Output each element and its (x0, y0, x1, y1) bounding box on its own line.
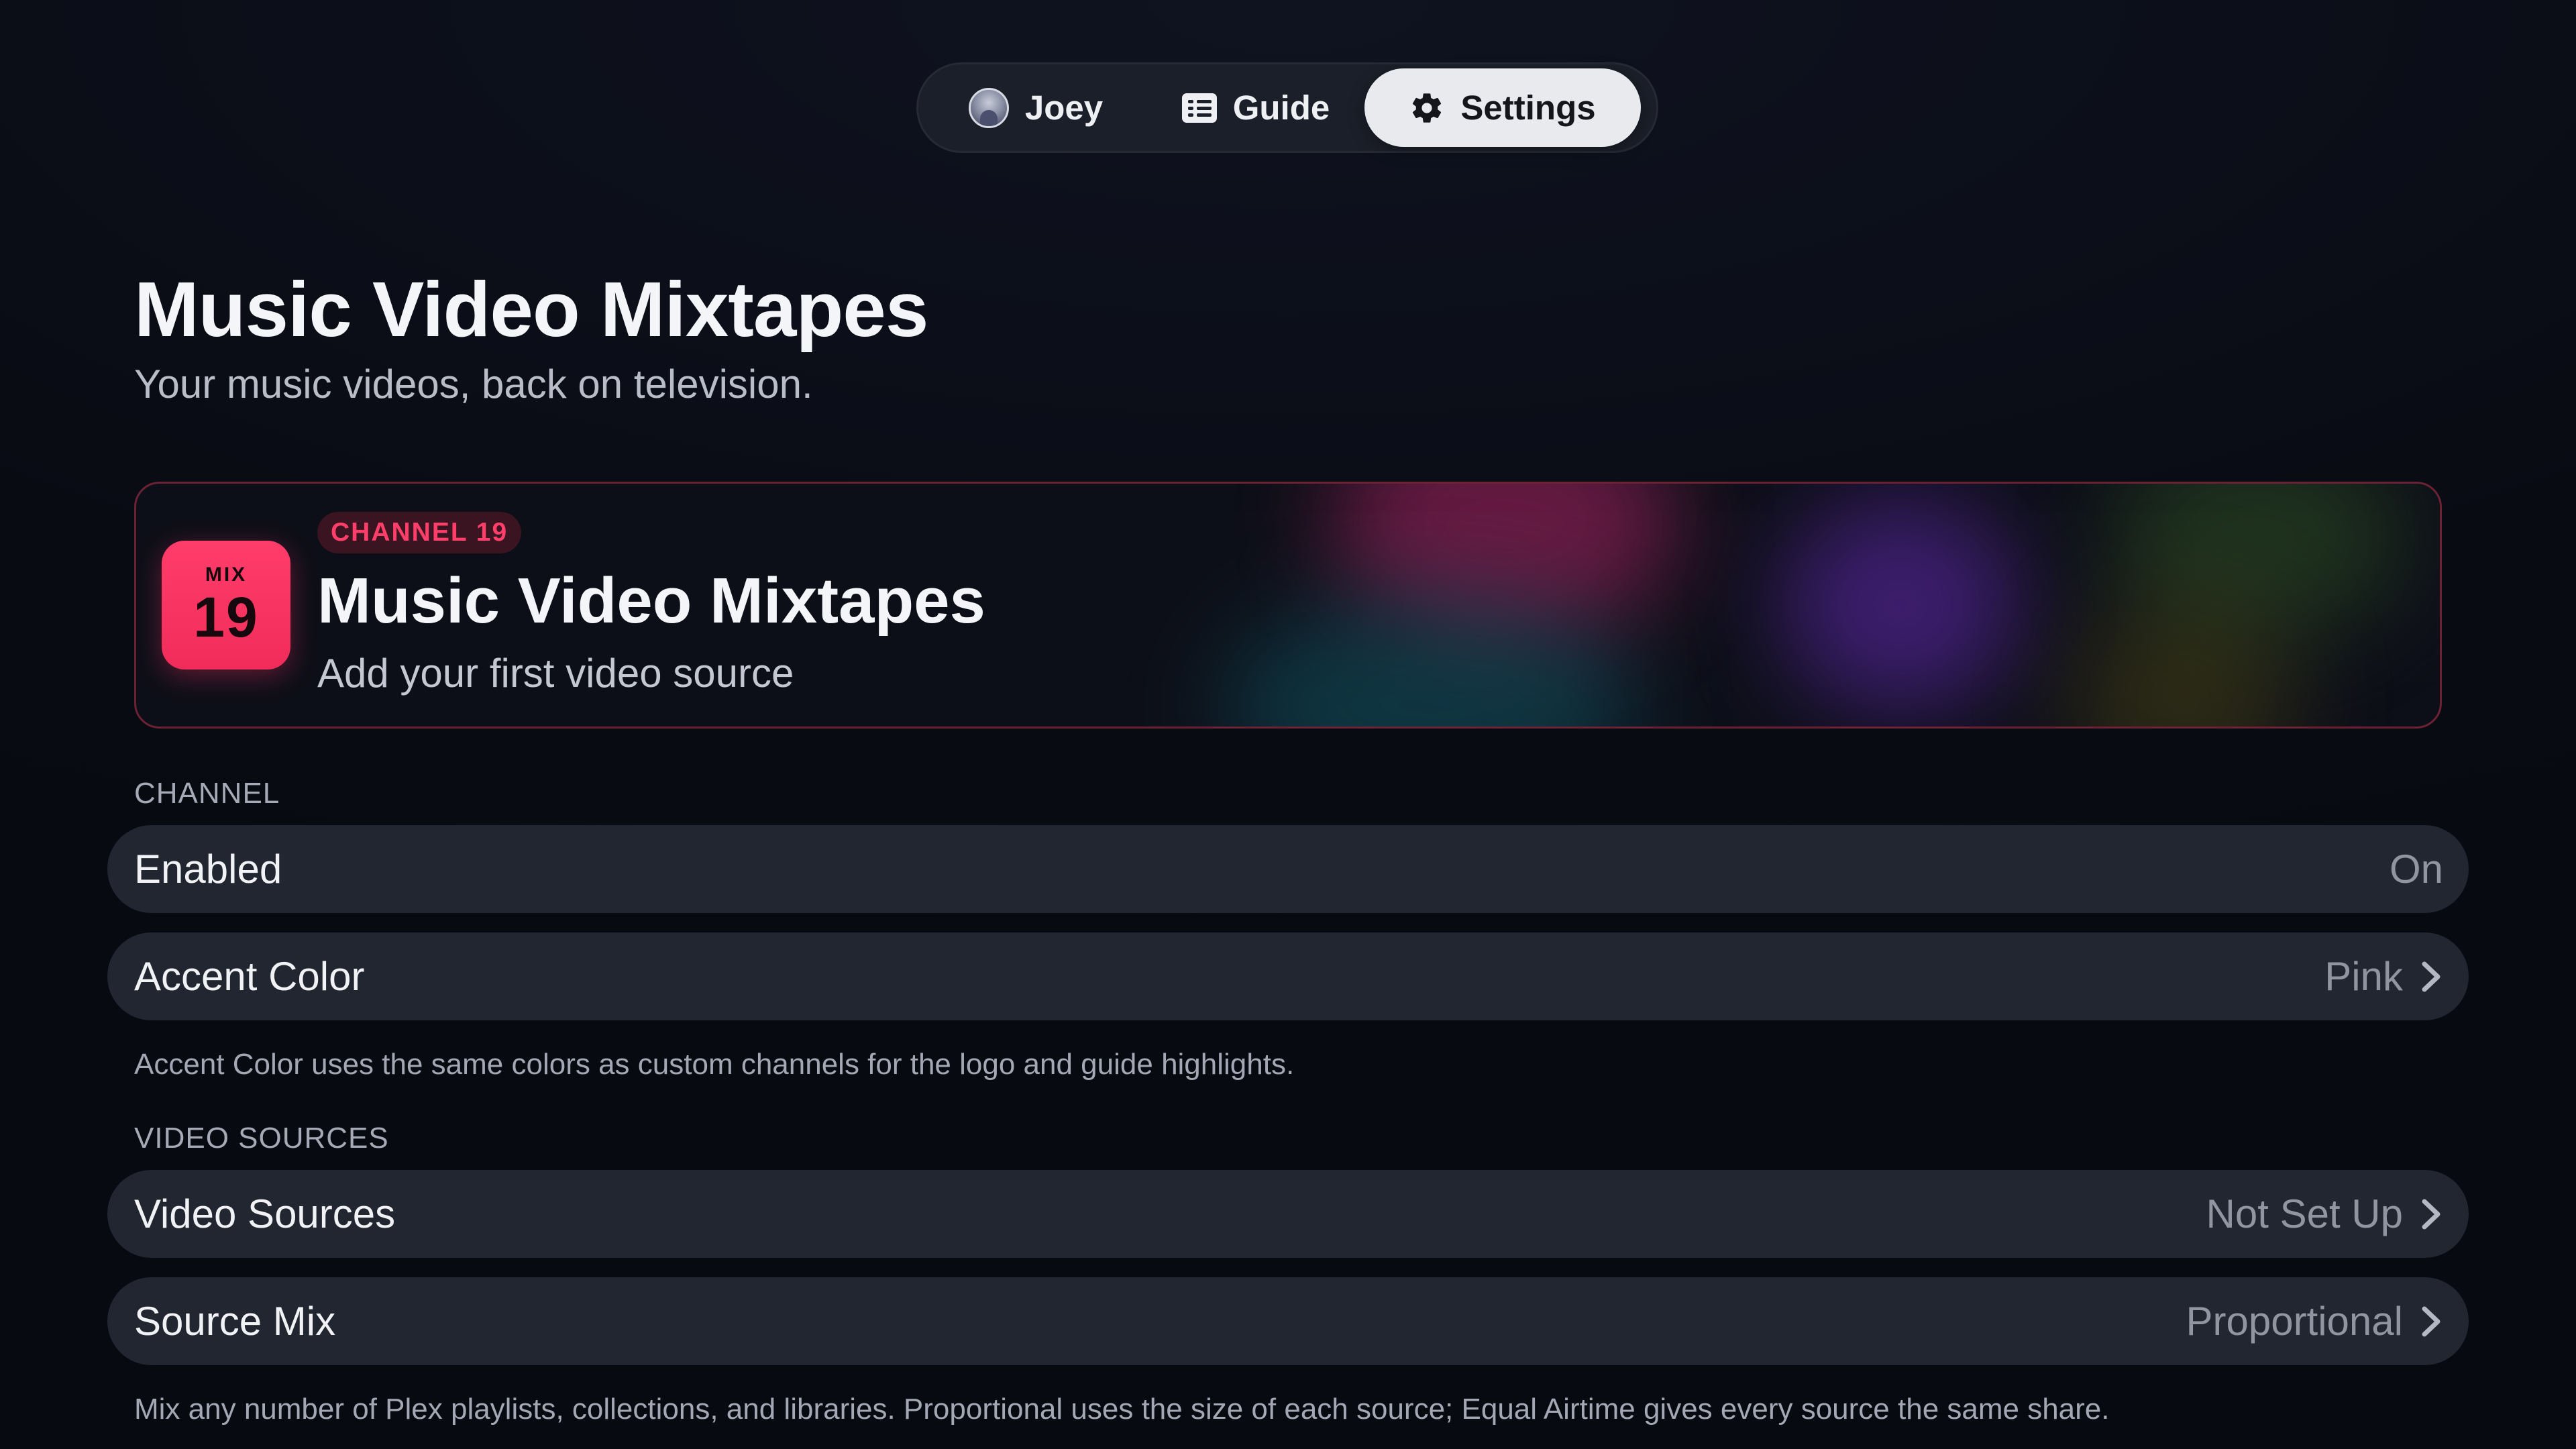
video-sources-value: Not Set Up (2206, 1191, 2403, 1236)
page-subtitle: Your music videos, back on television. (134, 362, 813, 407)
tab-settings-label: Settings (1460, 89, 1596, 127)
source-mix-row[interactable]: Source Mix Proportional (107, 1277, 2469, 1365)
guide-icon (1181, 93, 1217, 123)
enabled-label: Enabled (134, 847, 282, 892)
tab-profile-label: Joey (1024, 89, 1104, 127)
top-nav: Joey Guide Settings (916, 62, 1658, 153)
page-title: Music Video Mixtapes (134, 266, 928, 353)
channel-logo-label: MIX (205, 564, 248, 586)
tab-guide-label: Guide (1232, 89, 1330, 127)
channel-logo: MIX 19 (162, 541, 290, 669)
chevron-right-icon (2422, 961, 2440, 991)
tab-guide[interactable]: Guide (1147, 68, 1364, 147)
source-mix-label: Source Mix (134, 1299, 336, 1344)
gear-icon (1413, 93, 1442, 123)
avatar (968, 87, 1009, 128)
channel-subtitle: Add your first video source (317, 651, 794, 696)
channel-title: Music Video Mixtapes (317, 565, 985, 637)
tab-profile[interactable]: Joey (924, 68, 1147, 147)
section-label-video-sources: VIDEO SOURCES (134, 1122, 389, 1155)
source-mix-footnote: Mix any number of Plex playlists, collec… (134, 1393, 2110, 1426)
accent-color-footnote: Accent Color uses the same colors as cus… (134, 1048, 1295, 1081)
accent-color-row[interactable]: Accent Color Pink (107, 932, 2469, 1020)
decorative-glow (1780, 497, 2021, 712)
source-mix-value: Proportional (2186, 1299, 2403, 1344)
enabled-row[interactable]: Enabled On (107, 825, 2469, 913)
accent-color-value: Pink (2324, 954, 2403, 999)
video-sources-label: Video Sources (134, 1191, 396, 1236)
chevron-right-icon (2422, 1306, 2440, 1336)
channel-badge: CHANNEL 19 (317, 512, 522, 553)
channel-logo-number: 19 (193, 586, 259, 649)
channel-hero-card: MIX 19 CHANNEL 19 Music Video Mixtapes A… (134, 482, 2442, 729)
section-label-channel: CHANNEL (134, 777, 280, 810)
video-sources-row[interactable]: Video Sources Not Set Up (107, 1170, 2469, 1258)
chevron-right-icon (2422, 1199, 2440, 1229)
accent-color-label: Accent Color (134, 954, 365, 999)
tab-settings[interactable]: Settings (1364, 68, 1641, 147)
enabled-value: On (2389, 847, 2443, 892)
